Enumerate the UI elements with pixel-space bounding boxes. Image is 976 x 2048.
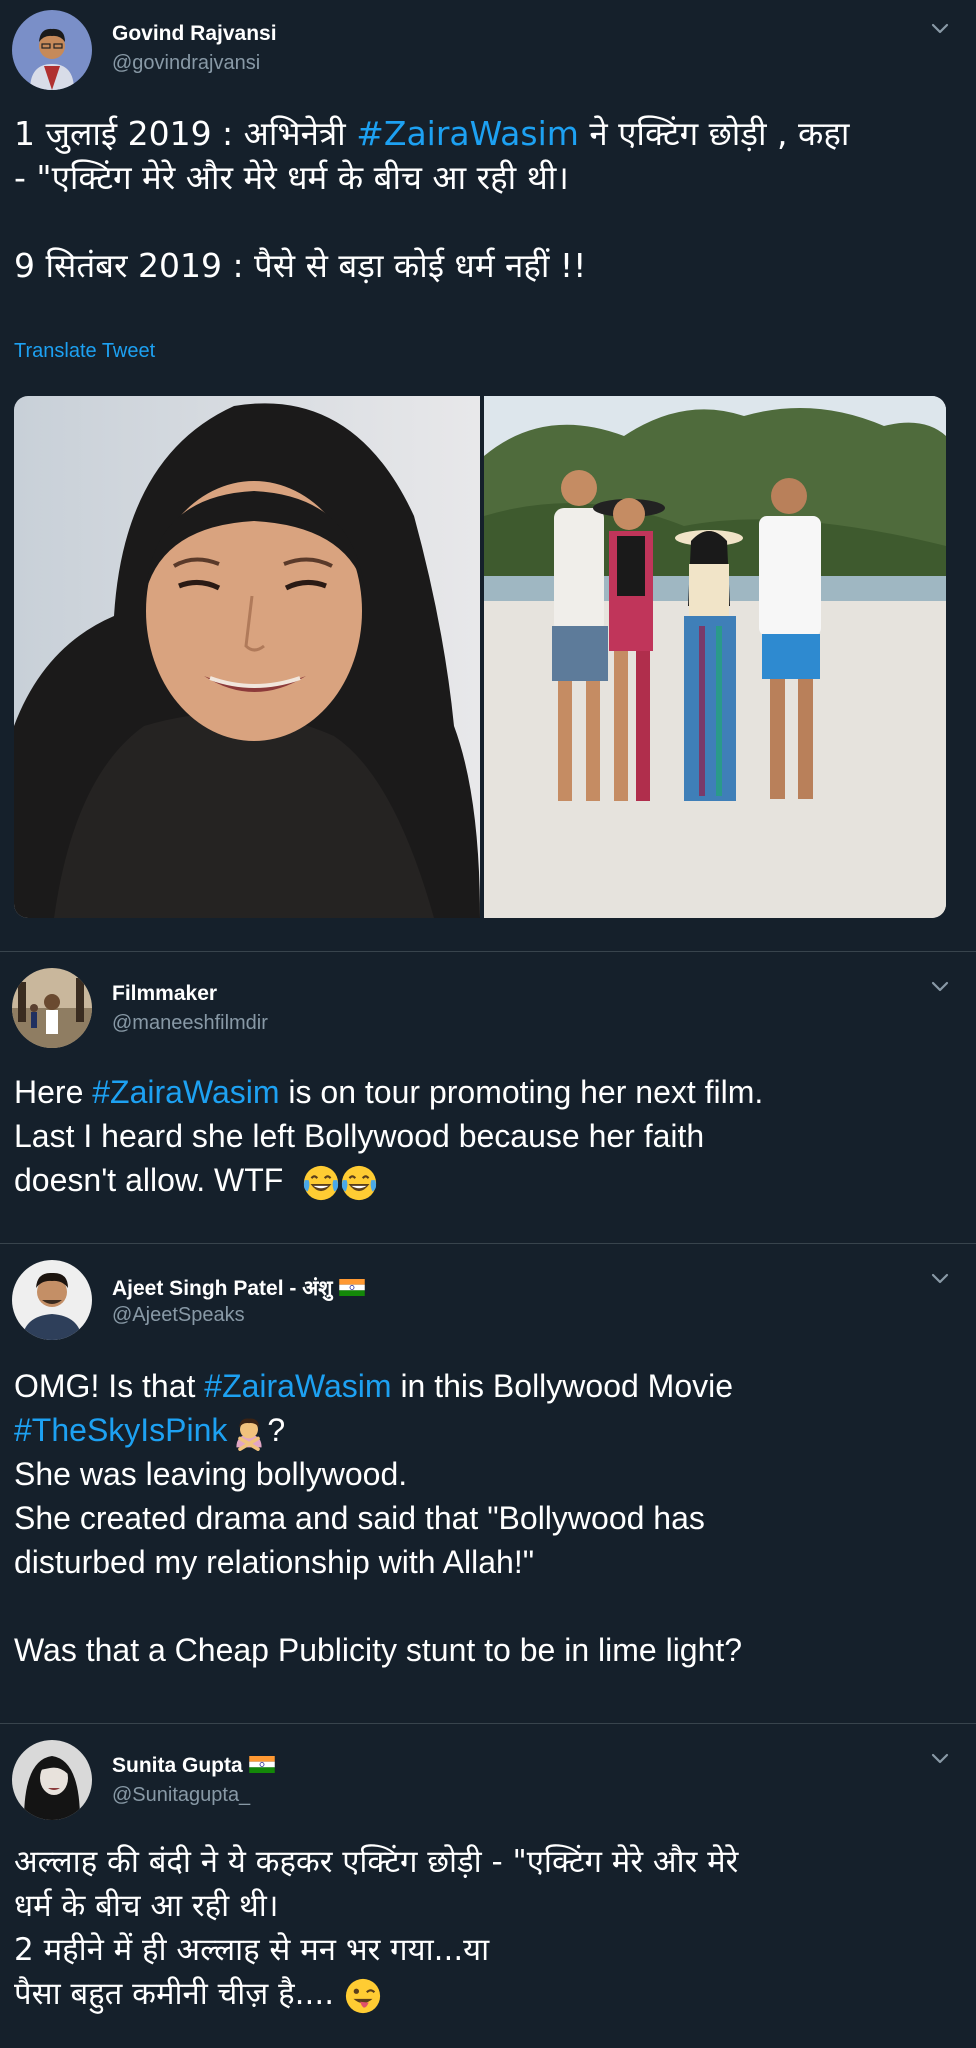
user-handle[interactable]: @Sunitagupta_	[112, 1784, 250, 1807]
translate-tweet-link[interactable]: Translate Tweet	[14, 340, 155, 363]
tweet-text-segment: ?	[267, 1412, 286, 1448]
user-handle[interactable]: @AjeetSpeaks	[112, 1304, 245, 1327]
chevron-down-icon[interactable]	[928, 974, 952, 998]
tweet-text-line: 2 महीने में ही अल्लाह से मन भर गया...या	[14, 1932, 490, 1968]
display-name[interactable]: Sunita Gupta	[112, 1754, 275, 1778]
chevron-down-icon[interactable]	[928, 16, 952, 40]
tweet-1[interactable]: Govind Rajvansi @govindrajvansi 1 जुलाई …	[0, 0, 976, 952]
user-handle[interactable]: @govindrajvansi	[112, 52, 260, 75]
chevron-down-icon[interactable]	[928, 1266, 952, 1290]
tweet-image-right[interactable]	[484, 396, 946, 918]
chevron-down-icon[interactable]	[928, 1746, 952, 1770]
avatar[interactable]	[12, 1740, 92, 1820]
india-flag-icon	[339, 1279, 365, 1296]
user-handle[interactable]: @maneeshfilmdir	[112, 1012, 268, 1035]
hashtag-link[interactable]: #TheSkyIsPink	[14, 1412, 227, 1448]
avatar[interactable]	[12, 10, 92, 90]
tweet-text: OMG! Is that #ZairaWasim in this Bollywo…	[14, 1364, 956, 1672]
tweet-2[interactable]: Filmmaker @maneeshfilmdir Here #ZairaWas…	[0, 952, 976, 1244]
winking-face-with-tongue-icon	[344, 1977, 382, 2015]
tweet-text-line: She created drama and said that "Bollywo…	[14, 1500, 705, 1536]
display-name-text: Ajeet Singh Patel - अंशु	[112, 1277, 333, 1300]
avatar[interactable]	[12, 1260, 92, 1340]
tweet-text-line: Last I heard she left Bollywood because …	[14, 1118, 705, 1154]
tweet-text-segment: is on tour promoting her next film.	[279, 1074, 764, 1110]
face-with-tears-of-joy-icon	[302, 1164, 340, 1202]
tweet-text-segment: 1 जुलाई 2019 : अभिनेत्री	[14, 114, 357, 153]
tweet-text-line: - "एक्टिंग मेरे और मेरे धर्म के बीच आ रह…	[14, 158, 569, 197]
tweet-text-segment: ने एक्टिंग छोड़ी , कहा	[578, 114, 850, 153]
tweet-image-left[interactable]	[14, 396, 480, 918]
india-flag-icon	[249, 1756, 275, 1773]
tweet-text-line: disturbed my relationship with Allah!"	[14, 1544, 535, 1580]
tweet-text: 1 जुलाई 2019 : अभिनेत्री #ZairaWasim ने …	[14, 112, 956, 288]
tweet-text-line: 9 सितंबर 2019 : पैसे से बड़ा कोई धर्म नह…	[14, 246, 587, 285]
tweet-text-segment: OMG! Is that	[14, 1368, 205, 1404]
tweet-3[interactable]: Ajeet Singh Patel - अंशु @AjeetSpeaks OM…	[0, 1244, 976, 1724]
hashtag-link[interactable]: #ZairaWasim	[92, 1074, 279, 1110]
tweet-text-line: She was leaving bollywood.	[14, 1456, 408, 1492]
tweet-text-line: अल्लाह की बंदी ने ये कहकर एक्टिंग छोड़ी …	[14, 1844, 739, 1880]
avatar[interactable]	[12, 968, 92, 1048]
tweet-text-segment: पैसा बहुत कमीनी चीज़ है....	[14, 1976, 335, 2012]
tweet-text-line: धर्म के बीच आ रही थी।	[14, 1888, 279, 1924]
hashtag-link[interactable]: #ZairaWasim	[204, 1368, 391, 1404]
tweet-text: अल्लाह की बंदी ने ये कहकर एक्टिंग छोड़ी …	[14, 1840, 956, 2016]
tweet-text-segment: doesn't allow. WTF	[14, 1162, 284, 1198]
tweet-text: Here #ZairaWasim is on tour promoting he…	[14, 1070, 956, 1202]
display-name[interactable]: Filmmaker	[112, 982, 217, 1006]
display-name[interactable]: Govind Rajvansi	[112, 22, 277, 46]
display-name[interactable]: Ajeet Singh Patel - अंशु	[112, 1274, 365, 1302]
tweet-text-segment: Here	[14, 1074, 93, 1110]
tweet-text-segment: in this Bollywood Movie	[391, 1368, 734, 1404]
face-with-tears-of-joy-icon	[340, 1164, 378, 1202]
hashtag-link[interactable]: #ZairaWasim	[356, 114, 579, 153]
person-gesturing-no-icon	[231, 1415, 267, 1451]
tweet-text-line: Was that a Cheap Publicity stunt to be i…	[14, 1632, 743, 1668]
tweet-4[interactable]: Sunita Gupta @Sunitagupta_ अल्लाह की बंद…	[0, 1724, 976, 2048]
display-name-text: Sunita Gupta	[112, 1754, 243, 1777]
